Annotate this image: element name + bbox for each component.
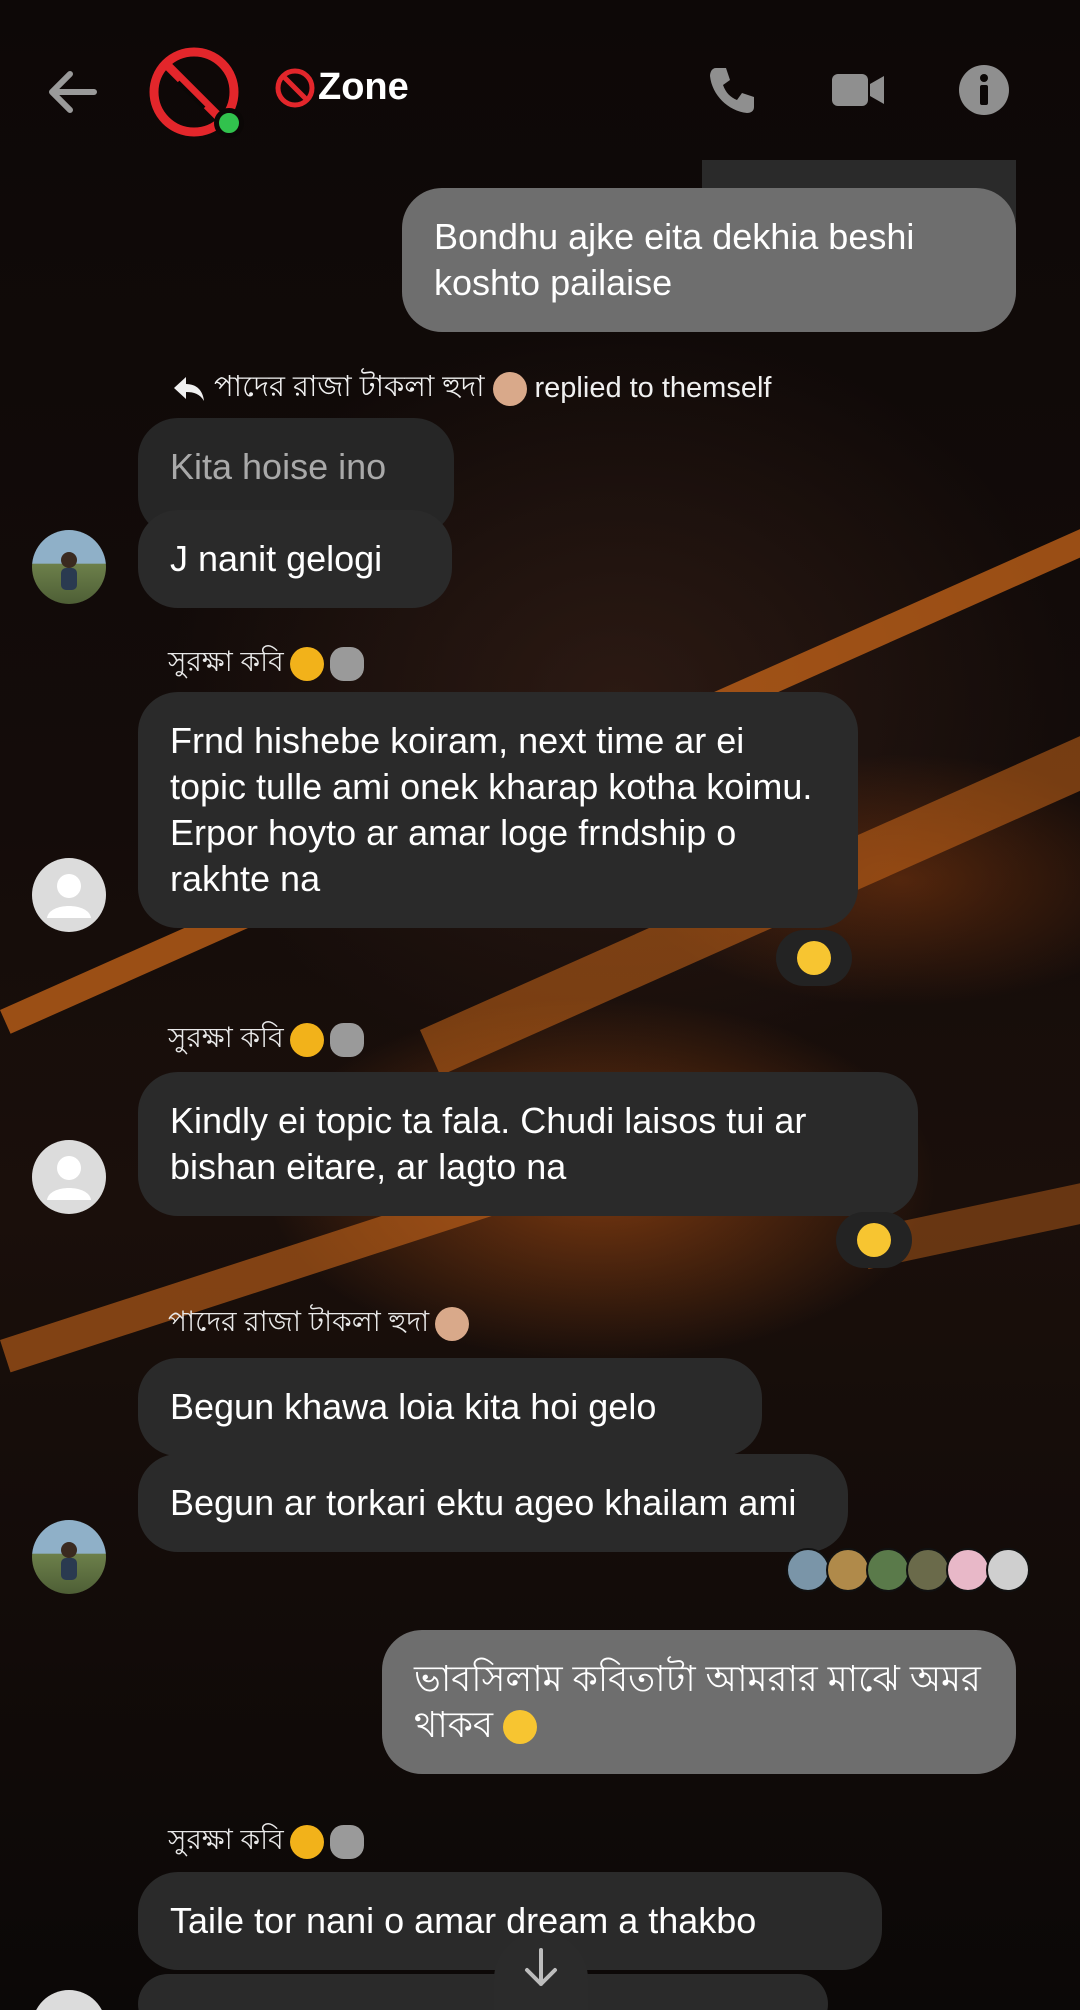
incoming-message[interactable]: J nanit gelogi — [138, 510, 452, 608]
reply-note-sender: পাদের রাজা টাকলা হুদা — [214, 371, 485, 403]
avatar[interactable] — [32, 1520, 106, 1594]
online-status-dot — [214, 108, 244, 138]
default-user-icon — [47, 874, 91, 918]
read-receipt-avatar — [826, 1548, 870, 1592]
crying-emoji-icon: 😢 — [857, 1223, 891, 1257]
rat-emoji-icon — [329, 1022, 364, 1057]
reaction-badge[interactable]: 😢 — [836, 1212, 912, 1268]
sender-name: সুরক্ষা কবি — [168, 1818, 364, 1865]
sender-name: পাদের রাজা টাকলা হুদা — [168, 1300, 470, 1347]
avatar[interactable] — [32, 530, 106, 604]
reply-note: পাদের রাজা টাকলা হুদা replied to themsel… — [172, 364, 771, 413]
outgoing-message-text: ভাবসিলাম কবিতাটা আমরার মাঝে অমর থাকব — [414, 1658, 981, 1745]
incoming-message[interactable]: Begun khawa loia kita hoi gelo — [138, 1358, 762, 1456]
mango-emoji-icon — [289, 1824, 324, 1859]
sender-name-text: সুরক্ষা কবি — [168, 1022, 284, 1053]
sender-name: সুরক্ষা কবি — [168, 1016, 364, 1063]
reaction-badge[interactable]: 😮 — [776, 930, 852, 986]
info-icon[interactable] — [954, 60, 1014, 120]
incoming-message[interactable] — [138, 1974, 828, 2010]
incoming-message[interactable]: Kindly ei topic ta fala. Chudi laisos tu… — [138, 1072, 918, 1216]
outgoing-message[interactable]: ভাবসিলাম কবিতাটা আমরার মাঝে অমর থাকব — [382, 1630, 1016, 1774]
read-receipt-avatar — [786, 1548, 830, 1592]
sender-name-text: সুরক্ষা কবি — [168, 646, 284, 677]
rat-emoji-icon — [329, 1824, 364, 1859]
no-entry-icon — [275, 68, 315, 107]
default-user-icon — [47, 1156, 91, 1200]
incoming-message[interactable]: Frnd hishebe koiram, next time ar ei top… — [138, 692, 858, 928]
avatar[interactable] — [32, 858, 106, 932]
chat-title[interactable]: Zone — [274, 66, 409, 109]
surprised-emoji-icon: 😮 — [797, 941, 831, 975]
read-receipts[interactable] — [786, 1548, 1030, 1592]
reply-note-text: replied to themself — [534, 372, 772, 404]
sender-name: সুরক্ষা কবি — [168, 640, 364, 687]
back-arrow-icon[interactable] — [42, 62, 102, 122]
read-receipt-avatar — [986, 1548, 1030, 1592]
incoming-message[interactable]: Begun ar torkari ektu ageo khailam ami — [138, 1454, 848, 1552]
disappointed-emoji-icon — [503, 1710, 537, 1745]
person-photo-icon — [61, 1542, 77, 1580]
avatar[interactable] — [32, 1140, 106, 1214]
bald-face-emoji-icon — [492, 371, 527, 406]
sender-name-text: সুরক্ষা কবি — [168, 1824, 284, 1855]
read-receipt-avatar — [866, 1548, 910, 1592]
sender-name-text: পাদের রাজা টাকলা হুদা — [168, 1306, 430, 1337]
person-photo-icon — [61, 552, 77, 590]
rat-emoji-icon — [329, 646, 364, 681]
chat-header: Zone — [0, 0, 1080, 180]
scroll-down-icon — [525, 1948, 557, 1986]
phone-icon[interactable] — [702, 60, 762, 120]
video-call-icon[interactable] — [828, 60, 888, 120]
read-receipt-avatar — [906, 1548, 950, 1592]
reply-arrow-icon — [174, 376, 204, 401]
mango-emoji-icon — [289, 646, 324, 681]
outgoing-message[interactable]: Bondhu ajke eita dekhia beshi koshto pai… — [402, 188, 1016, 332]
read-receipt-avatar — [946, 1548, 990, 1592]
bald-face-emoji-icon — [435, 1306, 470, 1341]
mango-emoji-icon — [289, 1022, 324, 1057]
chat-title-text: Zone — [318, 66, 409, 108]
